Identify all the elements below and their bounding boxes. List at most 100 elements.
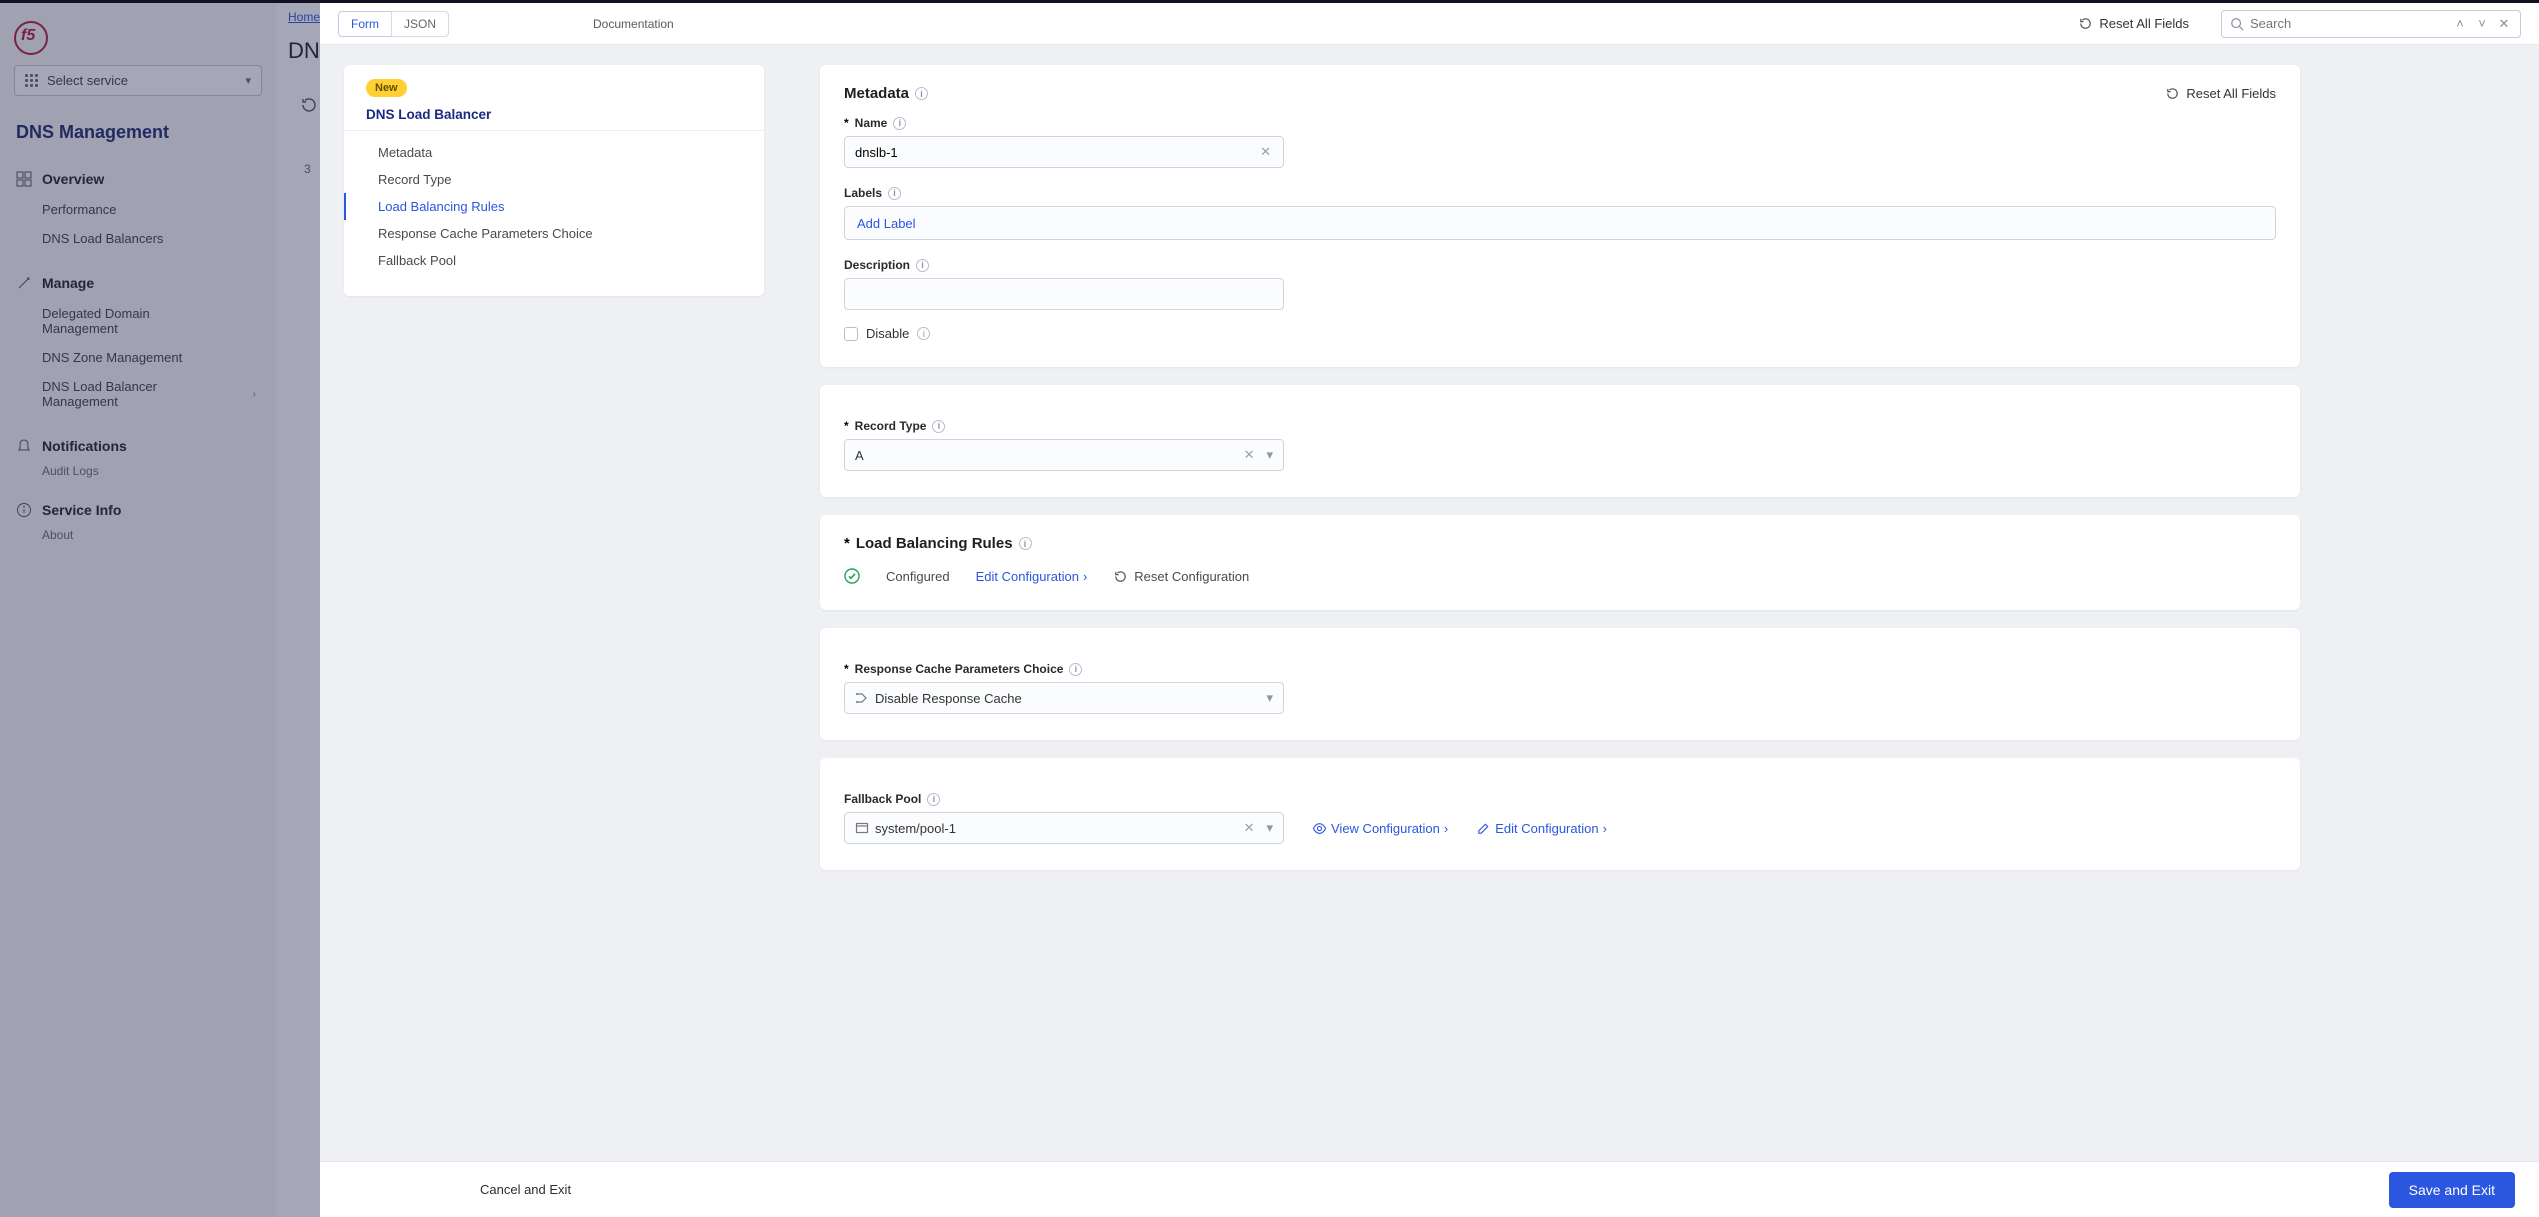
reset-all-fields-card[interactable]: Reset All Fields (2165, 86, 2276, 101)
sidebar-item-audit-logs[interactable]: Audit Logs (10, 462, 266, 484)
new-badge: New (366, 79, 407, 97)
info-icon (16, 502, 32, 518)
card-metadata: Metadata i Reset All Fields * Name i (820, 65, 2300, 367)
chevron-right-icon: › (1603, 821, 1607, 836)
lbr-reset-link[interactable]: Reset Configuration (1113, 569, 1249, 584)
response-cache-value: Disable Response Cache (875, 691, 1022, 706)
fallback-pool-select[interactable]: system/pool-1 ✕ ▾ (844, 812, 1284, 844)
response-cache-label: Response Cache Parameters Choice (855, 662, 1064, 676)
form-section-nav: New DNS Load Balancer Metadata Record Ty… (344, 65, 764, 296)
info-icon[interactable]: i (927, 793, 940, 806)
required-star: * (844, 535, 850, 552)
clear-icon[interactable]: ✕ (1242, 447, 1257, 463)
sidebar-item-delegated-domain[interactable]: Delegated Domain Management (10, 299, 190, 343)
bell-icon (16, 438, 32, 454)
select-service-label: Select service (47, 73, 128, 88)
fallback-edit-link[interactable]: Edit Configuration › (1476, 821, 1607, 836)
sidebar-group-notifications[interactable]: Notifications (10, 430, 266, 462)
search-prev-icon[interactable]: ˄ (2452, 16, 2468, 32)
sidebar-item-dns-load-balancers[interactable]: DNS Load Balancers (10, 224, 266, 253)
add-label-link[interactable]: Add Label (857, 216, 916, 231)
sidebar-group-service-info[interactable]: Service Info (10, 494, 266, 526)
lbr-title: Load Balancing Rules (856, 535, 1013, 552)
reset-icon (2165, 86, 2180, 101)
labels-box[interactable]: Add Label (844, 206, 2276, 240)
search-box[interactable]: ˄ ˅ ✕ (2221, 10, 2521, 38)
editor-header: Form JSON Documentation Reset All Fields… (320, 3, 2539, 45)
search-clear-icon[interactable]: ✕ (2496, 16, 2512, 32)
lbr-edit-link[interactable]: Edit Configuration › (976, 569, 1088, 584)
save-button-label: Save and Exit (2409, 1182, 2495, 1198)
info-icon[interactable]: i (932, 420, 945, 433)
breadcrumb-home[interactable]: Home (288, 10, 320, 24)
name-input[interactable] (855, 145, 1258, 160)
lbr-edit-label: Edit Configuration (976, 569, 1079, 584)
reset-all-fields-top-label: Reset All Fields (2099, 16, 2189, 31)
description-label: Description (844, 258, 910, 272)
search-input[interactable] (2250, 16, 2446, 31)
info-icon[interactable]: i (916, 259, 929, 272)
clear-icon[interactable]: ✕ (1258, 144, 1273, 160)
sidebar-group-overview-label: Overview (42, 171, 104, 187)
eye-icon (1312, 821, 1327, 836)
form-nav-item-record-type[interactable]: Record Type (344, 166, 764, 193)
fallback-view-label: View Configuration (1331, 821, 1440, 836)
info-icon[interactable]: i (915, 87, 928, 100)
card-record-type: * Record Type i A ✕ ▾ (820, 385, 2300, 497)
card-fallback-pool: Fallback Pool i system/pool-1 ✕ ▾ (820, 758, 2300, 870)
sidebar-group-service-info-label: Service Info (42, 502, 121, 518)
info-icon[interactable]: i (888, 187, 901, 200)
tab-json[interactable]: JSON (391, 11, 449, 37)
info-icon[interactable]: i (917, 327, 930, 340)
sidebar-item-dlb-management[interactable]: DNS Load Balancer Management › (10, 372, 266, 416)
sidebar-group-manage-label: Manage (42, 275, 94, 291)
name-input-wrap[interactable]: ✕ (844, 136, 1284, 168)
required-star: * (844, 116, 849, 130)
form-nav-item-fallback-pool[interactable]: Fallback Pool (344, 247, 764, 274)
form-column: Metadata i Reset All Fields * Name i (820, 65, 2300, 1127)
form-nav-item-response-cache[interactable]: Response Cache Parameters Choice (344, 220, 764, 247)
sidebar-group-manage[interactable]: Manage (10, 267, 266, 299)
tab-form[interactable]: Form (338, 11, 392, 37)
sidebar-group-overview[interactable]: Overview (10, 163, 266, 195)
reset-icon (2078, 16, 2093, 31)
info-icon[interactable]: i (893, 117, 906, 130)
app-sidebar: Select service ▾ DNS Management Overview… (0, 3, 276, 1217)
lbr-status: Configured (886, 569, 950, 584)
refresh-icon[interactable] (300, 96, 318, 114)
response-cache-select[interactable]: Disable Response Cache ▾ (844, 682, 1284, 714)
form-nav-item-metadata[interactable]: Metadata (344, 139, 764, 166)
info-icon[interactable]: i (1069, 663, 1082, 676)
card-load-balancing-rules: * Load Balancing Rules i Configured Edit… (820, 515, 2300, 610)
check-circle-icon (844, 568, 860, 584)
sidebar-item-performance[interactable]: Performance (10, 195, 266, 224)
record-type-label: Record Type (855, 419, 927, 433)
editor-body: New DNS Load Balancer Metadata Record Ty… (320, 45, 2539, 1217)
save-button[interactable]: Save and Exit (2389, 1172, 2515, 1208)
search-next-icon[interactable]: ˅ (2474, 16, 2490, 32)
editor-footer: Cancel and Exit Save and Exit (320, 1161, 2539, 1217)
cancel-button-label: Cancel and Exit (480, 1182, 571, 1197)
clear-icon[interactable]: ✕ (1242, 820, 1257, 836)
select-service-dropdown[interactable]: Select service ▾ (14, 65, 262, 96)
chevron-down-icon: ▾ (1266, 690, 1273, 706)
fallback-edit-label: Edit Configuration (1495, 821, 1598, 836)
reset-icon (1113, 569, 1128, 584)
object-icon (855, 821, 869, 835)
sidebar-item-about[interactable]: About (10, 526, 266, 548)
sidebar-item-zone-management[interactable]: DNS Zone Management (10, 343, 266, 372)
info-icon[interactable]: i (1019, 537, 1032, 550)
disable-checkbox[interactable] (844, 327, 858, 341)
description-input[interactable] (844, 278, 1284, 310)
record-type-select[interactable]: A ✕ ▾ (844, 439, 1284, 471)
required-star: * (844, 662, 849, 676)
sidebar-group-notifications-label: Notifications (42, 438, 127, 454)
cancel-button[interactable]: Cancel and Exit (474, 1174, 577, 1205)
documentation-link[interactable]: Documentation (593, 17, 674, 31)
chevron-down-icon: ▾ (1266, 447, 1273, 463)
reset-all-fields-top[interactable]: Reset All Fields (2078, 16, 2189, 31)
apps-grid-icon (25, 74, 39, 88)
form-nav-item-lbr[interactable]: Load Balancing Rules (344, 193, 764, 220)
tab-json-label: JSON (404, 17, 436, 31)
fallback-view-link[interactable]: View Configuration › (1312, 821, 1448, 836)
